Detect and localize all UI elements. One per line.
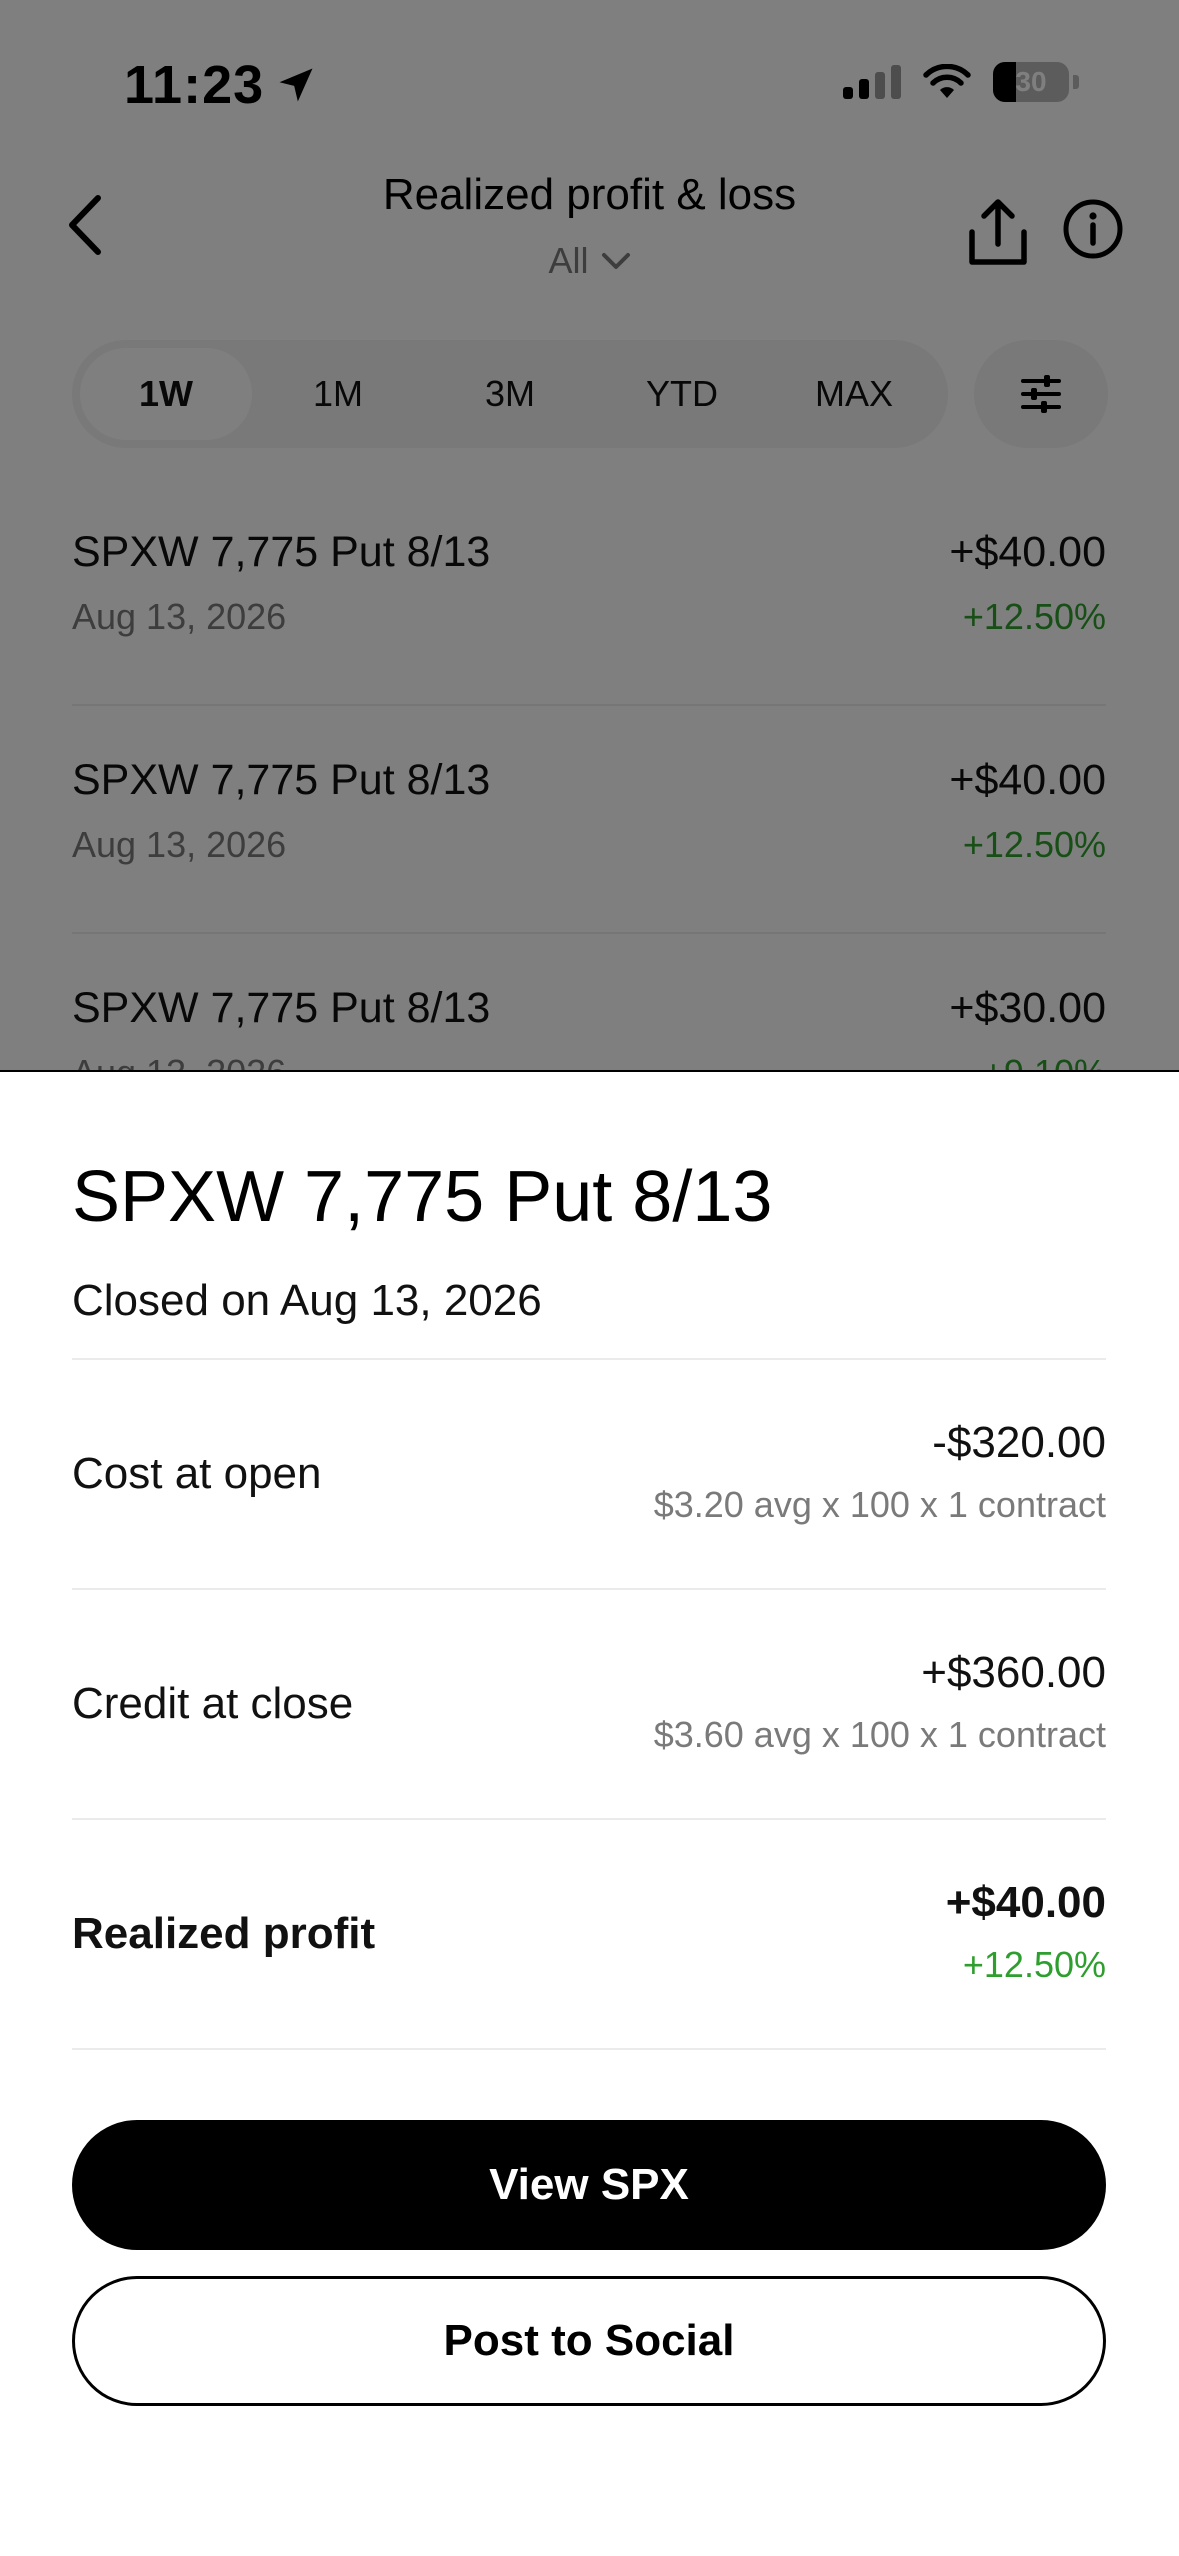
view-spx-button[interactable]: View SPX	[72, 2120, 1106, 2250]
sheet-title: SPXW 7,775 Put 8/13	[72, 1157, 773, 1237]
realized-profit-value: +$40.00	[945, 1878, 1106, 1927]
divider	[72, 2048, 1106, 2050]
cost-at-open-note: $3.20 avg x 100 x 1 contract	[653, 1484, 1106, 1525]
trade-detail-sheet: SPXW 7,775 Put 8/13 Closed on Aug 13, 20…	[0, 1070, 1179, 2556]
realized-profit-percent: +12.50%	[962, 1944, 1106, 1985]
cost-at-open-row: Cost at open -$320.00 $3.20 avg x 100 x …	[72, 1360, 1106, 1588]
cost-at-open-value: -$320.00	[932, 1418, 1106, 1467]
post-to-social-button[interactable]: Post to Social	[72, 2276, 1106, 2406]
cost-at-open-label: Cost at open	[72, 1449, 322, 1498]
credit-at-close-label: Credit at close	[72, 1679, 354, 1728]
sheet-subtitle: Closed on Aug 13, 2026	[72, 1276, 542, 1325]
realized-profit-row: Realized profit +$40.00 +12.50%	[72, 1820, 1106, 2048]
realized-profit-label: Realized profit	[72, 1909, 376, 1958]
credit-at-close-value: +$360.00	[921, 1648, 1106, 1697]
credit-at-close-note: $3.60 avg x 100 x 1 contract	[653, 1714, 1106, 1755]
credit-at-close-row: Credit at close +$360.00 $3.60 avg x 100…	[72, 1590, 1106, 1818]
